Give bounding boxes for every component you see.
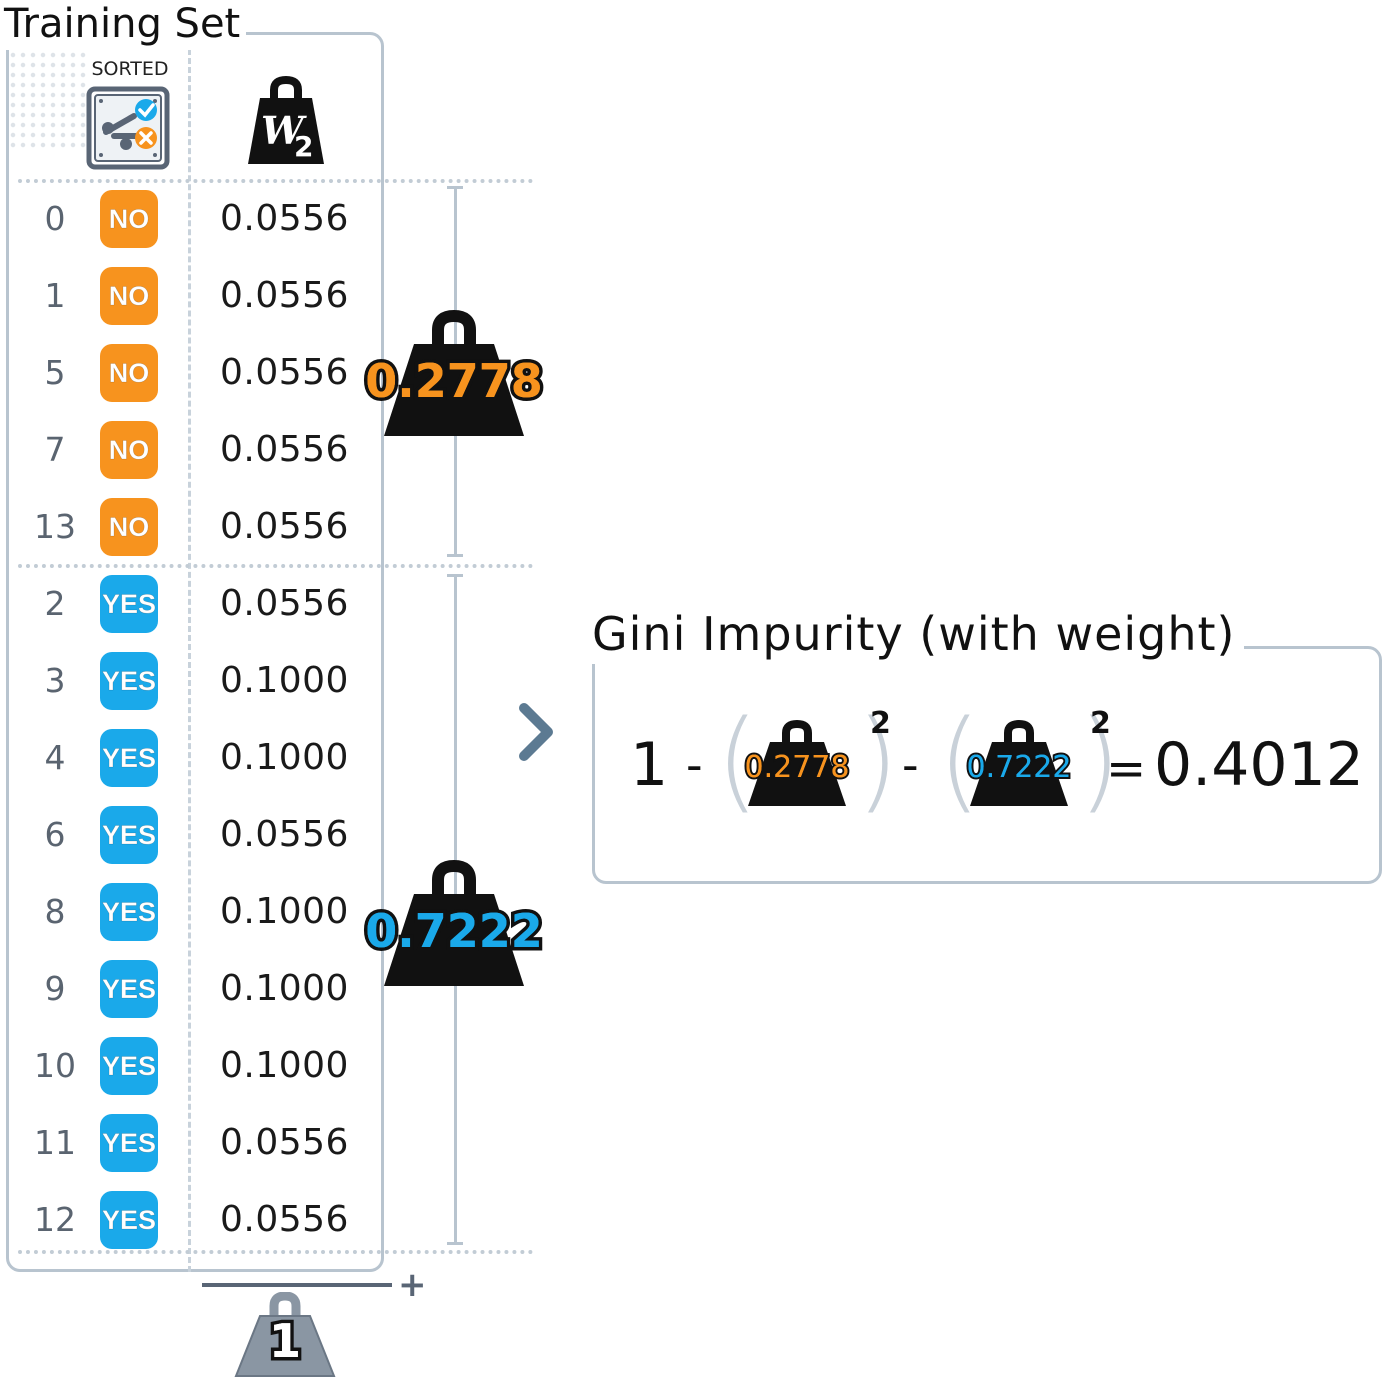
label-badge-yes: YES xyxy=(100,575,158,633)
decorative-dot-pattern xyxy=(8,40,88,150)
row-index: 9 xyxy=(44,969,66,1008)
bracket-tick xyxy=(447,186,463,189)
label-badge-no: NO xyxy=(100,498,158,556)
formula-minus-1: - xyxy=(686,738,703,792)
label-badge-no: NO xyxy=(100,190,158,248)
row-weight: 0.0556 xyxy=(220,1199,349,1240)
bracket-tick xyxy=(447,554,463,557)
w2-weight-icon: W 2 xyxy=(244,75,328,168)
row-weight: 0.1000 xyxy=(220,737,349,778)
label-badge-no: NO xyxy=(100,267,158,325)
row-index: 10 xyxy=(34,1046,76,1085)
formula-yes-weight: 0.7222 0.7222 xyxy=(958,720,1080,808)
label-badge-no: NO xyxy=(100,421,158,479)
yes-total-value-fill: 0.7222 xyxy=(365,904,543,958)
row-index: 6 xyxy=(44,815,66,854)
table-row: 8 YES 0.1000 xyxy=(20,879,380,945)
label-badge-yes: YES xyxy=(100,1114,158,1172)
formula-no-value-fill: 0.2778 xyxy=(744,750,850,785)
table-row: 11 YES 0.0556 xyxy=(20,1110,380,1176)
row-index: 1 xyxy=(44,276,66,315)
row-index: 13 xyxy=(34,507,76,546)
row-weight: 0.0556 xyxy=(220,1122,349,1163)
exponent-1: 2 xyxy=(870,706,891,741)
grand-total-value-fill: 1 xyxy=(268,1314,301,1368)
chevron-right-icon xyxy=(512,700,562,764)
no-total-weight: 0.2778 0.2778 xyxy=(362,308,546,440)
page-title: Training Set xyxy=(4,0,247,50)
formula-no-weight: 0.2778 0.2778 xyxy=(736,720,858,808)
row-index: 0 xyxy=(44,199,66,238)
table-row: 2 YES 0.0556 xyxy=(20,571,380,637)
label-badge-no: NO xyxy=(100,344,158,402)
row-index: 8 xyxy=(44,892,66,931)
row-weight: 0.0556 xyxy=(220,275,349,316)
row-weight: 0.1000 xyxy=(220,660,349,701)
row-index: 5 xyxy=(44,353,66,392)
formula-one: 1 xyxy=(630,730,669,800)
table-row: 3 YES 0.1000 xyxy=(20,648,380,714)
header-separator xyxy=(18,179,533,183)
table-row: 7 NO 0.0556 xyxy=(20,417,380,483)
group-separator xyxy=(18,564,533,568)
table-row: 4 YES 0.1000 xyxy=(20,725,380,791)
table-row: 5 NO 0.0556 xyxy=(20,340,380,406)
label-badge-yes: YES xyxy=(100,1037,158,1095)
gini-title: Gini Impurity (with weight) xyxy=(584,604,1244,664)
label-badge-yes: YES xyxy=(100,1191,158,1249)
grand-total-weight: 1 1 xyxy=(230,1292,340,1378)
label-badge-yes: YES xyxy=(100,806,158,864)
label-badge-yes: YES xyxy=(100,652,158,710)
plus-icon: + xyxy=(398,1265,427,1305)
row-weight: 0.1000 xyxy=(220,1045,349,1086)
table-row: 6 YES 0.0556 xyxy=(20,802,380,868)
row-weight: 0.0556 xyxy=(220,814,349,855)
sorted-label: SORTED xyxy=(91,58,169,80)
gini-result: 0.4012 xyxy=(1154,730,1364,800)
yes-total-weight: 0.7222 0.7222 xyxy=(362,858,546,990)
row-weight: 0.1000 xyxy=(220,891,349,932)
w2-subscript: 2 xyxy=(294,130,313,163)
row-weight: 0.1000 xyxy=(220,968,349,1009)
row-weight: 0.0556 xyxy=(220,429,349,470)
bracket-tick xyxy=(447,574,463,577)
row-index: 7 xyxy=(44,430,66,469)
formula-equals: = xyxy=(1106,741,1147,797)
row-index: 12 xyxy=(34,1200,76,1239)
label-badge-yes: YES xyxy=(100,883,158,941)
row-index: 11 xyxy=(34,1123,76,1162)
row-weight: 0.0556 xyxy=(220,583,349,624)
sort-classify-icon[interactable] xyxy=(86,86,170,170)
row-weight: 0.0556 xyxy=(220,352,349,393)
table-row: 10 YES 0.1000 xyxy=(20,1033,380,1099)
label-badge-yes: YES xyxy=(100,729,158,787)
formula-minus-2: - xyxy=(902,738,919,792)
row-index: 2 xyxy=(44,584,66,623)
bracket-tick xyxy=(447,1242,463,1245)
no-total-value-fill: 0.2778 xyxy=(365,354,543,408)
formula-yes-value-fill: 0.7222 xyxy=(966,750,1072,785)
table-row: 1 NO 0.0556 xyxy=(20,263,380,329)
table-row: 12 YES 0.0556 xyxy=(20,1187,380,1253)
row-weight: 0.0556 xyxy=(220,198,349,239)
table-row: 13 NO 0.0556 xyxy=(20,494,380,560)
row-index: 3 xyxy=(44,661,66,700)
table-row: 9 YES 0.1000 xyxy=(20,956,380,1022)
table-row: 0 NO 0.0556 xyxy=(20,186,380,252)
row-index: 4 xyxy=(44,738,66,777)
label-badge-yes: YES xyxy=(100,960,158,1018)
sum-line xyxy=(202,1283,392,1287)
row-weight: 0.0556 xyxy=(220,506,349,547)
